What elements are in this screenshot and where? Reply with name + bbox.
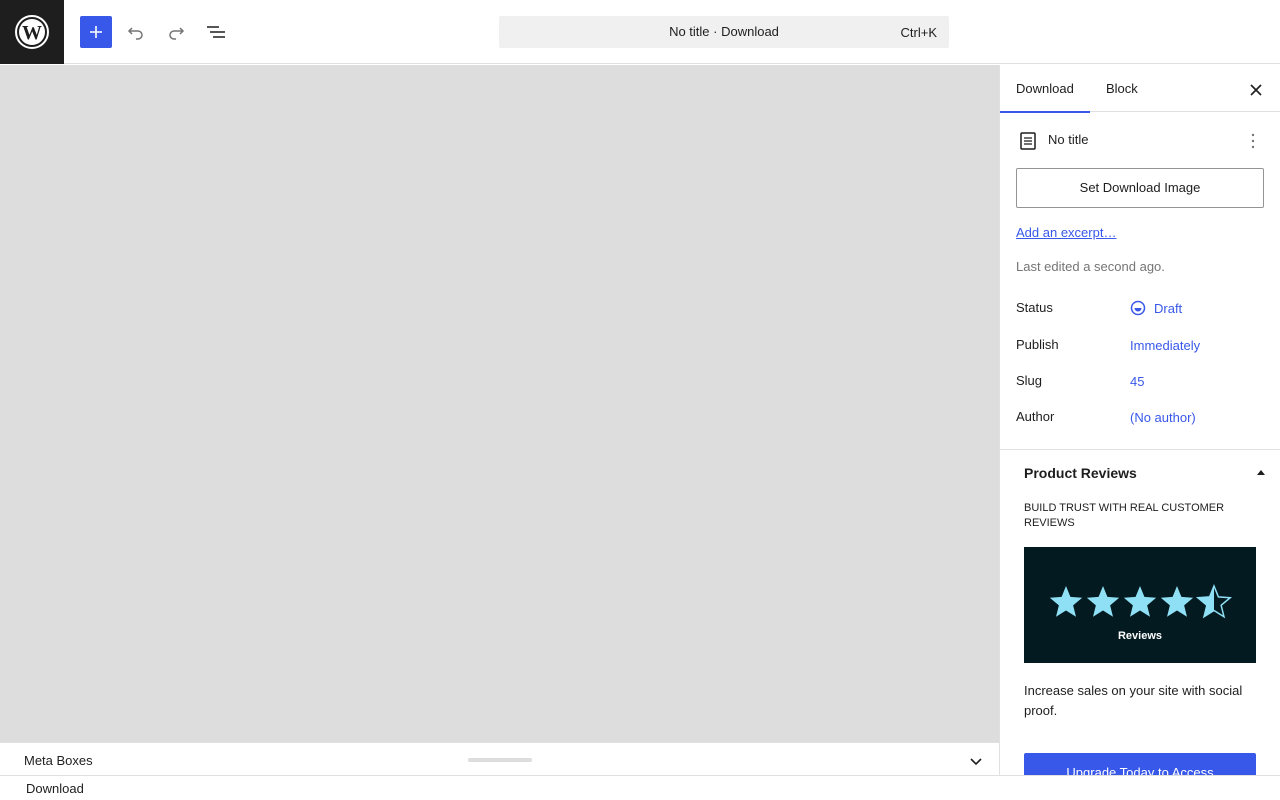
- page-icon: [1016, 129, 1040, 153]
- wordpress-logo-icon[interactable]: W: [0, 0, 64, 64]
- upgrade-button[interactable]: Upgrade Today to Access: [1024, 753, 1256, 775]
- redo-button[interactable]: [160, 16, 192, 48]
- redo-icon: [169, 27, 185, 40]
- plus-icon: [90, 26, 102, 38]
- publish-label: Publish: [1016, 337, 1059, 352]
- author-value-button[interactable]: (No author): [1130, 410, 1196, 425]
- reviews-promo-image: Reviews: [1024, 547, 1256, 663]
- meta-boxes-label: Meta Boxes: [24, 753, 93, 768]
- list-view-icon: [207, 26, 225, 38]
- svg-text:W: W: [22, 22, 42, 44]
- slug-row: Slug 45: [1016, 373, 1265, 393]
- settings-sidebar: Download Block No title Set Download Ima…: [999, 65, 1280, 775]
- undo-button[interactable]: [120, 16, 152, 48]
- publish-row: Publish Immediately: [1016, 337, 1265, 357]
- panel-toggle-button[interactable]: [1255, 467, 1267, 477]
- rating-star: [1049, 586, 1083, 617]
- resize-handle[interactable]: [468, 758, 532, 762]
- rating-star: [1160, 586, 1194, 617]
- author-row: Author (No author): [1016, 409, 1265, 429]
- promo-caption: Reviews: [1117, 630, 1163, 642]
- document-title: No title · Download: [669, 24, 779, 39]
- breadcrumb[interactable]: Download: [26, 781, 84, 796]
- tab-download[interactable]: Download: [1000, 65, 1090, 113]
- status-row: Status Draft: [1016, 300, 1265, 320]
- close-sidebar-button[interactable]: [1244, 78, 1268, 102]
- undo-icon: [127, 27, 143, 40]
- draft-status-icon: [1130, 300, 1146, 316]
- rating-star: [1123, 586, 1157, 617]
- sidebar-tabs: Download Block: [1000, 65, 1280, 113]
- meta-boxes-bar: Meta Boxes: [0, 742, 999, 776]
- status-label: Status: [1016, 300, 1053, 315]
- publish-value-button[interactable]: Immediately: [1130, 338, 1200, 353]
- add-block-button[interactable]: [80, 16, 112, 48]
- chevron-up-icon: [1257, 469, 1265, 475]
- tab-block[interactable]: Block: [1090, 65, 1154, 112]
- set-download-image-button[interactable]: Set Download Image: [1016, 168, 1264, 208]
- product-reviews-panel: Product Reviews BUILD TRUST WITH REAL CU…: [1000, 449, 1280, 775]
- document-summary: No title: [1016, 129, 1265, 153]
- editor-canvas[interactable]: [0, 65, 999, 743]
- chevron-down-icon: [970, 758, 982, 766]
- promo-description: Increase sales on your site with social …: [1024, 683, 1243, 718]
- document-overview-button[interactable]: [200, 16, 232, 48]
- status-value: Draft: [1154, 301, 1183, 316]
- document-title-label: No title: [1048, 132, 1089, 147]
- rating-star: [1195, 583, 1233, 619]
- slug-label: Slug: [1016, 373, 1043, 388]
- meta-boxes-toggle-button[interactable]: [964, 751, 988, 771]
- star-rating-icon: [1049, 583, 1233, 619]
- document-actions-button[interactable]: [1241, 129, 1265, 153]
- slug-value-button[interactable]: 45: [1130, 374, 1144, 389]
- more-vertical-icon: [1251, 133, 1255, 149]
- add-excerpt-link[interactable]: Add an excerpt…: [1016, 225, 1116, 240]
- shortcut-hint: Ctrl+K: [900, 25, 937, 40]
- panel-title[interactable]: Product Reviews: [1024, 465, 1137, 481]
- author-label: Author: [1016, 409, 1055, 424]
- status-value-button[interactable]: Draft: [1130, 300, 1182, 316]
- last-edited-text: Last edited a second ago.: [1016, 259, 1165, 274]
- editor-header: W No title · Download Ctrl+K: [0, 0, 1280, 64]
- promo-heading: BUILD TRUST WITH REAL CUSTOMER REVIEWS: [1024, 502, 1225, 529]
- command-palette-bar[interactable]: No title · Download Ctrl+K: [499, 16, 949, 48]
- rating-star: [1086, 586, 1120, 617]
- editor-footer: Download: [0, 775, 1280, 800]
- close-icon: [1250, 84, 1262, 96]
